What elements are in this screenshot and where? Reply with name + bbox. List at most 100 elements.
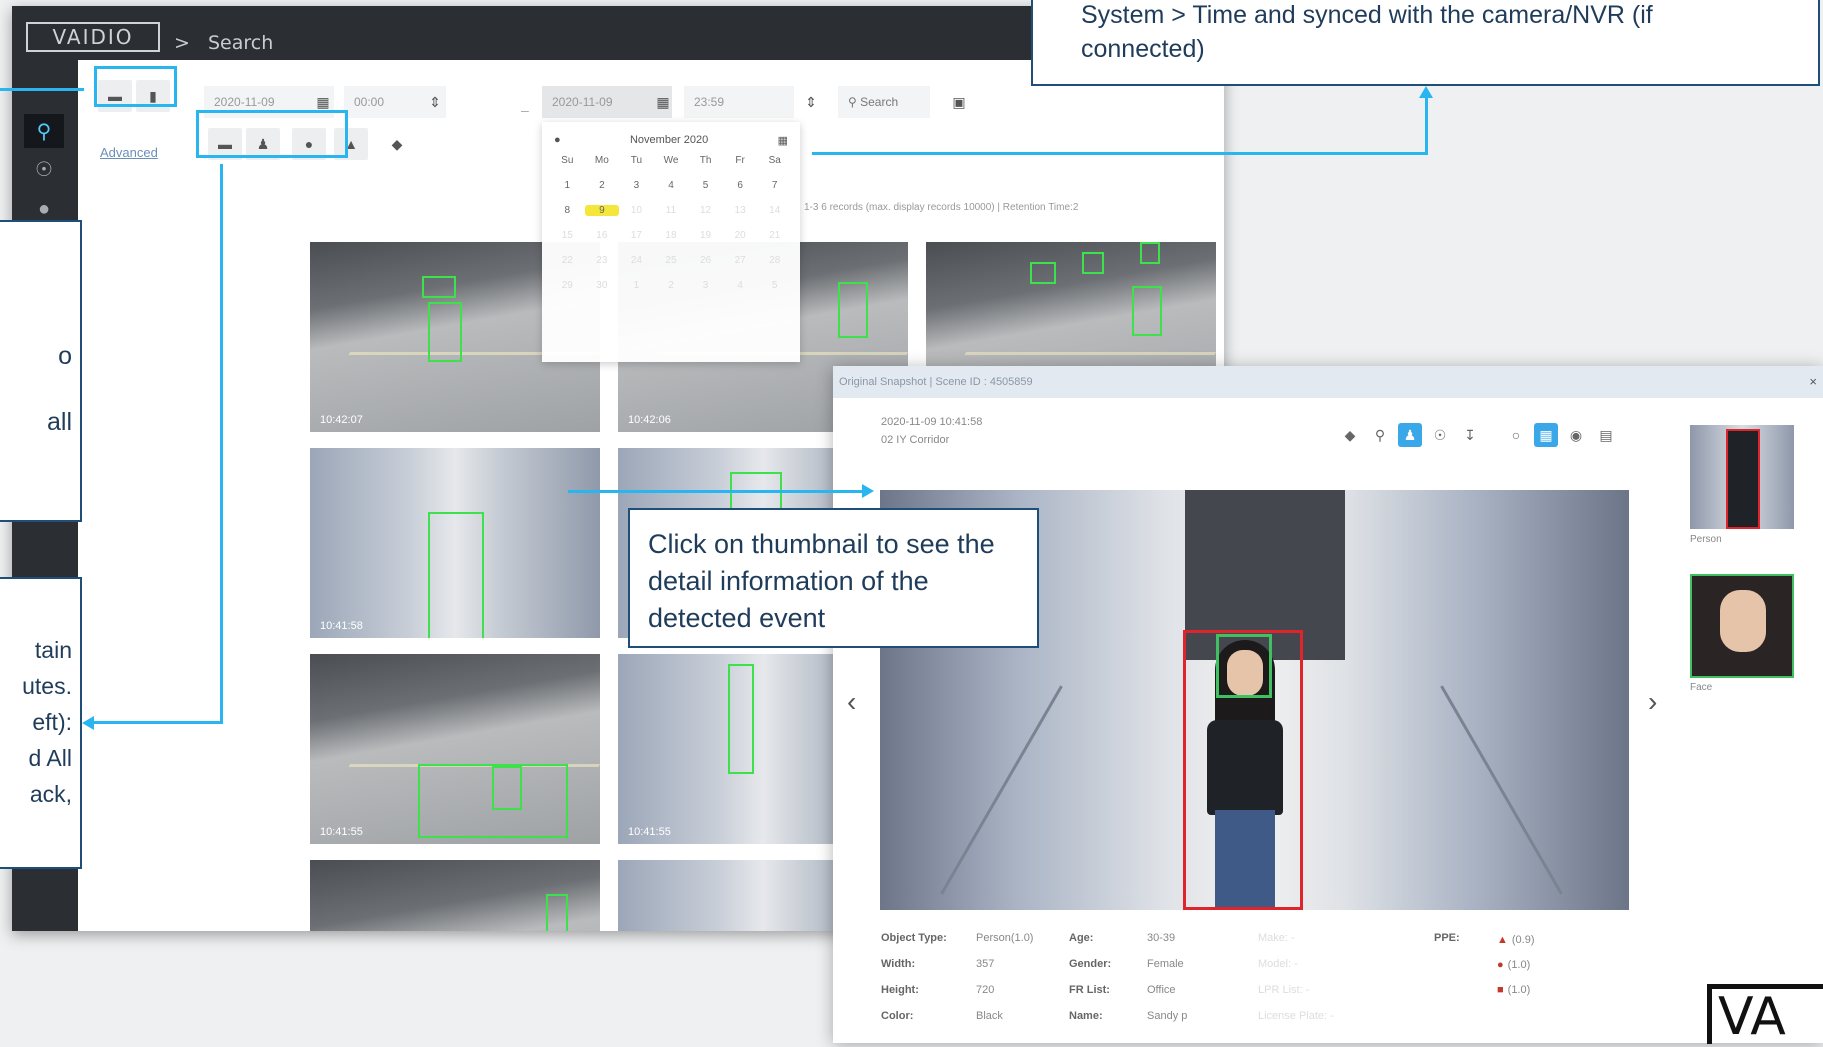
calendar-day[interactable]: 5 (688, 180, 723, 191)
tag-icon[interactable]: ◆ (1338, 423, 1362, 447)
search-icon[interactable]: ⚲ (24, 114, 64, 148)
calendar-day[interactable]: 30 (585, 280, 620, 291)
ppe-hardhat: ▲ (0.9) (1497, 934, 1535, 946)
calendar-grid: Su Mo Tu We Th Fr Sa 1234567 8 9 10 11 12 13 1… (542, 155, 800, 291)
attr-label: Name: (1069, 1010, 1103, 1022)
next-arrow-icon[interactable]: › (1648, 686, 1657, 718)
calendar-day[interactable]: 23 (585, 255, 620, 266)
vaidio-brand-mark: VA (1707, 984, 1823, 1045)
callout-time-sync: System > Time and synced with the camera… (1031, 0, 1820, 86)
detection-box (838, 282, 868, 338)
modal-toolbar: ◆ ⚲ ♟ ☉ ↧ ○ ▦ ◉ ▤ (1338, 423, 1618, 447)
modal-title: Original Snapshot | Scene ID : 4505859 (839, 376, 1033, 388)
callout-left2-text: ack, (29, 781, 72, 807)
attr-label: Color: (881, 1010, 914, 1022)
layout-icon[interactable]: ▤ (1594, 423, 1618, 447)
person-crop[interactable] (1690, 425, 1794, 529)
calendar-day[interactable]: 29 (550, 280, 585, 291)
calendar-day[interactable]: 24 (619, 255, 654, 266)
calendar-day[interactable]: 8 (550, 205, 585, 216)
thumbnail[interactable]: 10:41:58 (310, 448, 600, 638)
calendar-day[interactable]: 18 (654, 230, 689, 241)
breadcrumb-separator: > (174, 32, 190, 54)
detection-box (1132, 286, 1162, 336)
attr-label: PPE: (1434, 932, 1460, 944)
calendar-day[interactable]: 25 (654, 255, 689, 266)
calendar-day[interactable]: 10 (619, 205, 654, 216)
ppe-value: (1.0) (1507, 984, 1531, 996)
calendar-day[interactable]: 2 (654, 280, 689, 291)
close-icon[interactable]: × (1809, 366, 1817, 398)
zoom-icon[interactable]: ⚲ (1368, 423, 1392, 447)
people-scan-icon[interactable]: ☉ (24, 152, 64, 186)
callout-thumbnail-detail-text: Click on thumbnail to see the detail inf… (648, 529, 995, 633)
calendar-day[interactable]: 26 (688, 255, 723, 266)
advanced-link[interactable]: Advanced (100, 145, 158, 160)
snapshot-camera-icon[interactable]: ▣ (942, 86, 976, 118)
attr-label: Age: (1069, 932, 1094, 944)
calendar-day[interactable]: 14 (757, 205, 792, 216)
attr-value: Sandy p (1147, 1010, 1188, 1022)
thumbnail[interactable] (310, 860, 600, 931)
attr-label: Height: (881, 984, 919, 996)
detection-box (1030, 262, 1056, 284)
calendar-grid-icon[interactable]: ▦ (778, 134, 788, 147)
time-stepper-icon[interactable]: ⇕ (800, 86, 822, 118)
detection-box (546, 894, 568, 931)
calendar-day[interactable]: 19 (688, 230, 723, 241)
calendar-day[interactable]: 7 (757, 180, 792, 191)
download-icon[interactable]: ↧ (1458, 423, 1482, 447)
calendar-day[interactable]: 4 (723, 280, 758, 291)
tag-icon[interactable]: ◆ (380, 128, 414, 160)
breadcrumb-search[interactable]: Search (208, 32, 273, 54)
calendar-day[interactable]: 3 (688, 280, 723, 291)
weekday-label: Tu (630, 155, 643, 166)
attr-value: Office (1147, 984, 1176, 996)
source-select-highlight (94, 66, 177, 107)
calendar-day[interactable]: 20 (723, 230, 758, 241)
end-time-field[interactable]: 23:59 (684, 86, 794, 118)
calendar-day[interactable]: 4 (654, 180, 689, 191)
calendar-day[interactable]: 1 (619, 280, 654, 291)
previous-arrow-icon[interactable]: ‹ (847, 686, 856, 718)
calendar-day[interactable]: 12 (688, 205, 723, 216)
circle-icon[interactable]: ○ (1504, 423, 1528, 447)
detection-box (428, 512, 484, 638)
attr-label: Object Type: (881, 932, 947, 944)
calendar-day[interactable]: 28 (757, 255, 792, 266)
calendar-day[interactable]: 21 (757, 230, 792, 241)
weekday-label: We (663, 155, 679, 166)
range-dash: – (521, 102, 529, 118)
hardhat-icon: ▲ (1497, 934, 1508, 946)
calendar-day[interactable]: 16 (585, 230, 620, 241)
calendar-day[interactable]: 15 (550, 230, 585, 241)
person-box-icon[interactable]: ♟ (1398, 423, 1422, 447)
face-scan-icon[interactable]: ☉ (1428, 423, 1452, 447)
date-picker: ● November 2020 ▦ Su Mo Tu We Th Fr Sa 1… (542, 122, 800, 362)
attr-value: Person(1.0) (976, 932, 1034, 944)
search-button[interactable]: ⚲ Search (838, 86, 930, 118)
calendar-day[interactable]: 1 (550, 180, 585, 191)
detection-box (1140, 242, 1160, 264)
image-icon[interactable]: ▦ (1534, 423, 1558, 447)
time-stepper-icon[interactable]: ⇕ (424, 86, 446, 118)
callout-object-filter: tain utes. eft): d All ack, (0, 577, 82, 869)
calendar-day[interactable]: 5 (757, 280, 792, 291)
calendar-day[interactable]: 6 (723, 180, 758, 191)
weekday-label: Th (699, 155, 712, 166)
location-pin-icon[interactable]: ◉ (1564, 423, 1588, 447)
thumbnail[interactable]: 10:41:55 (310, 654, 600, 844)
calendar-day[interactable]: 27 (723, 255, 758, 266)
face-crop[interactable] (1690, 574, 1794, 678)
calendar-day[interactable]: 3 (619, 180, 654, 191)
calendar-day[interactable]: 11 (654, 205, 689, 216)
calendar-day[interactable]: 22 (550, 255, 585, 266)
calendar-icon[interactable]: ▦ (652, 86, 674, 118)
weekday-label: Mo (594, 155, 609, 166)
calendar-day[interactable]: 2 (585, 180, 620, 191)
attr-faint: Make: - (1258, 932, 1295, 944)
calendar-day[interactable]: 17 (619, 230, 654, 241)
calendar-day[interactable]: 13 (723, 205, 758, 216)
callout-left2-text: eft): (32, 709, 72, 735)
calendar-day-selected[interactable]: 9 (584, 205, 620, 216)
